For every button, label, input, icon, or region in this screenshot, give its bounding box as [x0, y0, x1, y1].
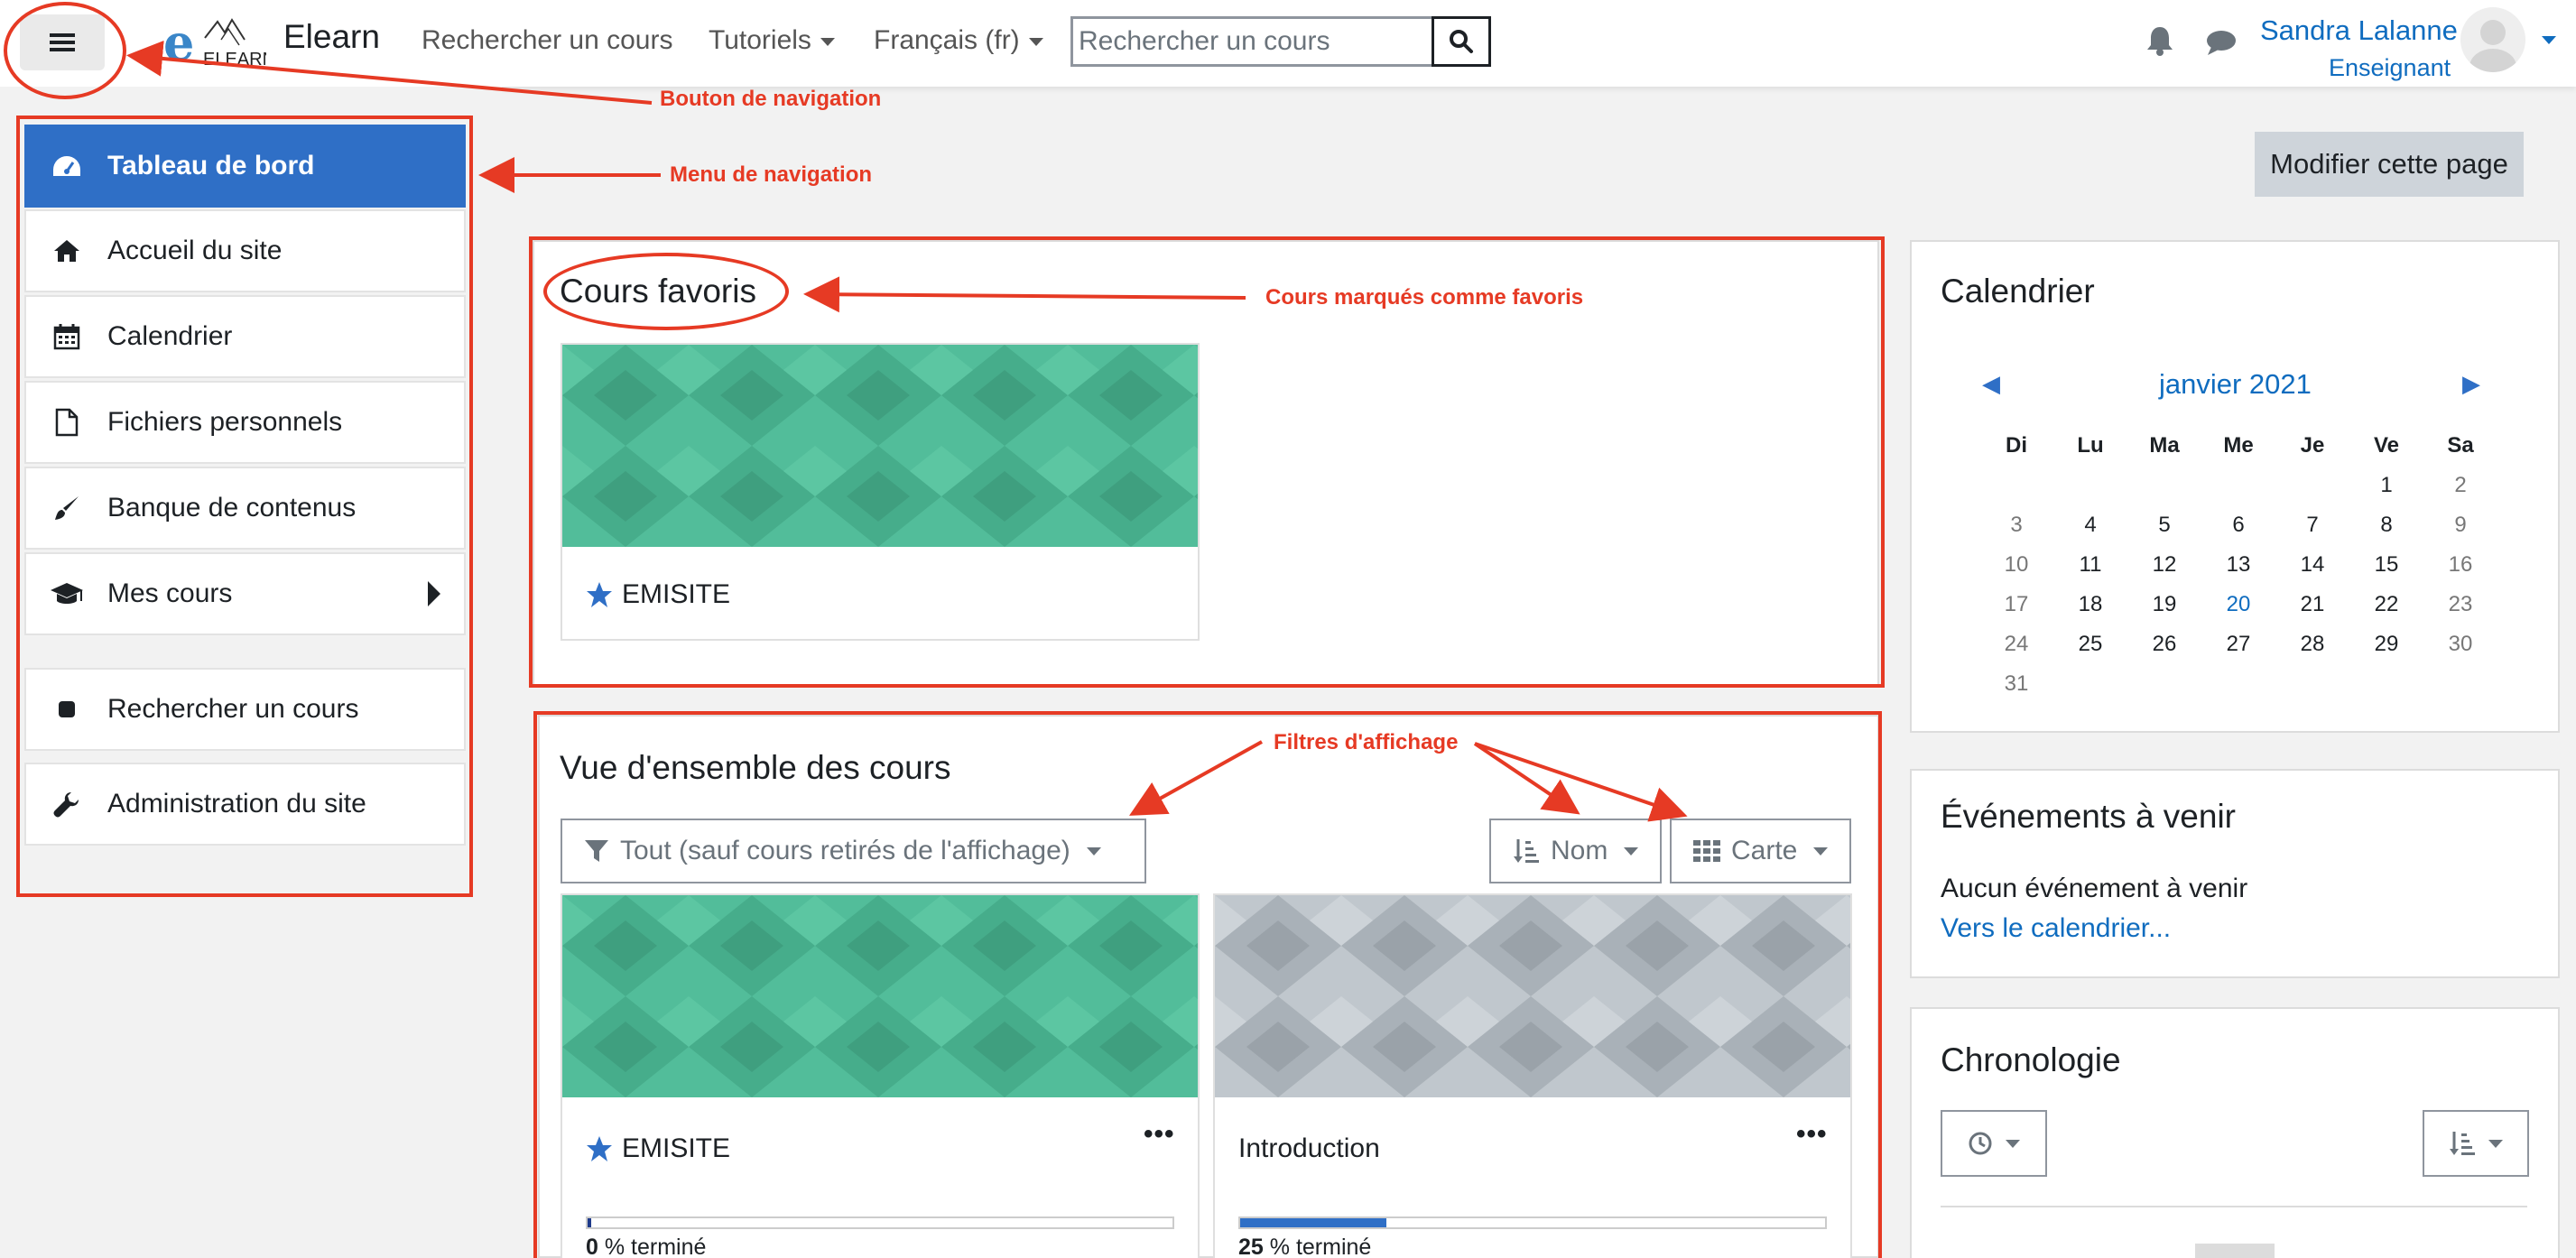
- calendar-day[interactable]: 16: [2424, 552, 2497, 578]
- calendar-day[interactable]: 28: [2276, 632, 2349, 657]
- calendar-day[interactable]: 13: [2202, 552, 2275, 578]
- no-events-text: Aucun événement à venir: [1941, 874, 2248, 903]
- chat-icon[interactable]: [2206, 29, 2237, 56]
- divider: [1941, 1206, 2527, 1207]
- timeline-sort-filter[interactable]: [2423, 1110, 2529, 1177]
- calendar-day[interactable]: 22: [2350, 592, 2423, 617]
- calendar-weekday: Di: [2006, 433, 2027, 458]
- user-role: Enseignant: [2329, 54, 2451, 81]
- language-menu-label: Français (fr): [874, 25, 1020, 55]
- calendar-day[interactable]: 30: [2424, 632, 2497, 657]
- calendar-next-month-button[interactable]: ▶: [2462, 370, 2480, 398]
- calendar-day[interactable]: 1: [2350, 473, 2423, 498]
- calendar-day[interactable]: 24: [1980, 632, 2052, 657]
- events-title: Événements à venir: [1941, 798, 2237, 835]
- calendar-day[interactable]: 17: [1980, 592, 2052, 617]
- calendar-day[interactable]: 7: [2276, 513, 2349, 538]
- calendar-day[interactable]: 3: [1980, 513, 2052, 538]
- annotation-label-nav-menu: Menu de navigation: [670, 162, 873, 187]
- calendar-day[interactable]: 9: [2424, 513, 2497, 538]
- calendar-day[interactable]: 18: [2054, 592, 2127, 617]
- sort-icon: [2449, 1130, 2476, 1157]
- timeline-placeholder: [2195, 1244, 2275, 1258]
- clock-icon: [1968, 1131, 1993, 1156]
- go-to-calendar-link[interactable]: Vers le calendrier...: [1941, 913, 2171, 944]
- calendar-day-today[interactable]: 20: [2202, 592, 2275, 617]
- calendar-weekday: Me: [2223, 433, 2254, 458]
- site-logo[interactable]: e ELEARN: [158, 13, 266, 70]
- site-name[interactable]: Elearn: [283, 18, 380, 56]
- nav-menu-tutoriels-label: Tutoriels: [709, 25, 811, 55]
- calendar-prev-month-button[interactable]: ◀: [1982, 370, 2000, 398]
- calendar-day[interactable]: 6: [2202, 513, 2275, 538]
- timeline-title: Chronologie: [1941, 1041, 2121, 1078]
- annotation-label-favorites: Cours marqués comme favoris: [1265, 285, 1584, 310]
- search-icon: [1449, 29, 1474, 54]
- calendar-title: Calendrier: [1941, 273, 2095, 310]
- calendar-weekday: Sa: [2447, 433, 2474, 458]
- user-name[interactable]: Sandra Lalanne: [2260, 14, 2458, 47]
- logo-text: ELEARN: [203, 50, 266, 69]
- calendar-weekday: Ve: [2373, 433, 2400, 458]
- annotation-label-nav-button: Bouton de navigation: [660, 87, 882, 111]
- calendar-day[interactable]: 27: [2202, 632, 2275, 657]
- annotation-box-nav-menu: [16, 116, 473, 897]
- annotation-label-filters: Filtres d'affichage: [1274, 730, 1459, 754]
- edit-page-button[interactable]: Modifier cette page: [2255, 132, 2524, 197]
- calendar-day[interactable]: 8: [2350, 513, 2423, 538]
- calendar-weekday: Lu: [2077, 433, 2104, 458]
- caret-down-icon: [820, 37, 835, 46]
- calendar-day[interactable]: 21: [2276, 592, 2349, 617]
- search-button[interactable]: [1432, 16, 1491, 67]
- calendar-month-link[interactable]: janvier 2021: [2159, 368, 2312, 401]
- user-menu-caret-icon[interactable]: [2542, 32, 2556, 49]
- caret-down-icon: [1028, 37, 1043, 46]
- calendar-day[interactable]: 23: [2424, 592, 2497, 617]
- nav-menu-tutoriels[interactable]: Tutoriels: [709, 25, 835, 56]
- annotation-circle-favorites-title: [543, 253, 789, 330]
- bell-icon[interactable]: [2146, 25, 2173, 56]
- calendar-day[interactable]: 5: [2128, 513, 2201, 538]
- search-input[interactable]: [1070, 16, 1432, 67]
- calendar-day[interactable]: 2: [2424, 473, 2497, 498]
- timeline-day-filter[interactable]: [1941, 1110, 2047, 1177]
- calendar-weekday: Je: [2300, 433, 2325, 458]
- calendar-day[interactable]: 12: [2128, 552, 2201, 578]
- calendar-day[interactable]: 25: [2054, 632, 2127, 657]
- annotation-circle-nav-button: [4, 2, 126, 99]
- calendar-day[interactable]: 11: [2054, 552, 2127, 578]
- calendar-day[interactable]: 4: [2054, 513, 2127, 538]
- avatar[interactable]: [2460, 7, 2525, 72]
- caret-down-icon: [2488, 1139, 2503, 1148]
- calendar-day[interactable]: 15: [2350, 552, 2423, 578]
- calendar-day[interactable]: 31: [1980, 671, 2052, 697]
- calendar-day[interactable]: 26: [2128, 632, 2201, 657]
- calendar-weekday: Ma: [2149, 433, 2180, 458]
- calendar-day[interactable]: 19: [2128, 592, 2201, 617]
- calendar-grid: Di Lu Ma Me Je Ve Sa 1 2 3 4 5 6 7 8 9 10 11 12 13 14 15 16 17 1…: [1980, 433, 2522, 704]
- calendar-day[interactable]: 10: [1980, 552, 2052, 578]
- language-menu[interactable]: Français (fr): [874, 25, 1043, 56]
- calendar-day[interactable]: 29: [2350, 632, 2423, 657]
- nav-link-search-course[interactable]: Rechercher un cours: [422, 25, 672, 56]
- caret-down-icon: [2006, 1139, 2020, 1148]
- svg-text:e: e: [163, 14, 194, 70]
- calendar-day[interactable]: 14: [2276, 552, 2349, 578]
- annotation-box-overview: [533, 711, 1882, 1258]
